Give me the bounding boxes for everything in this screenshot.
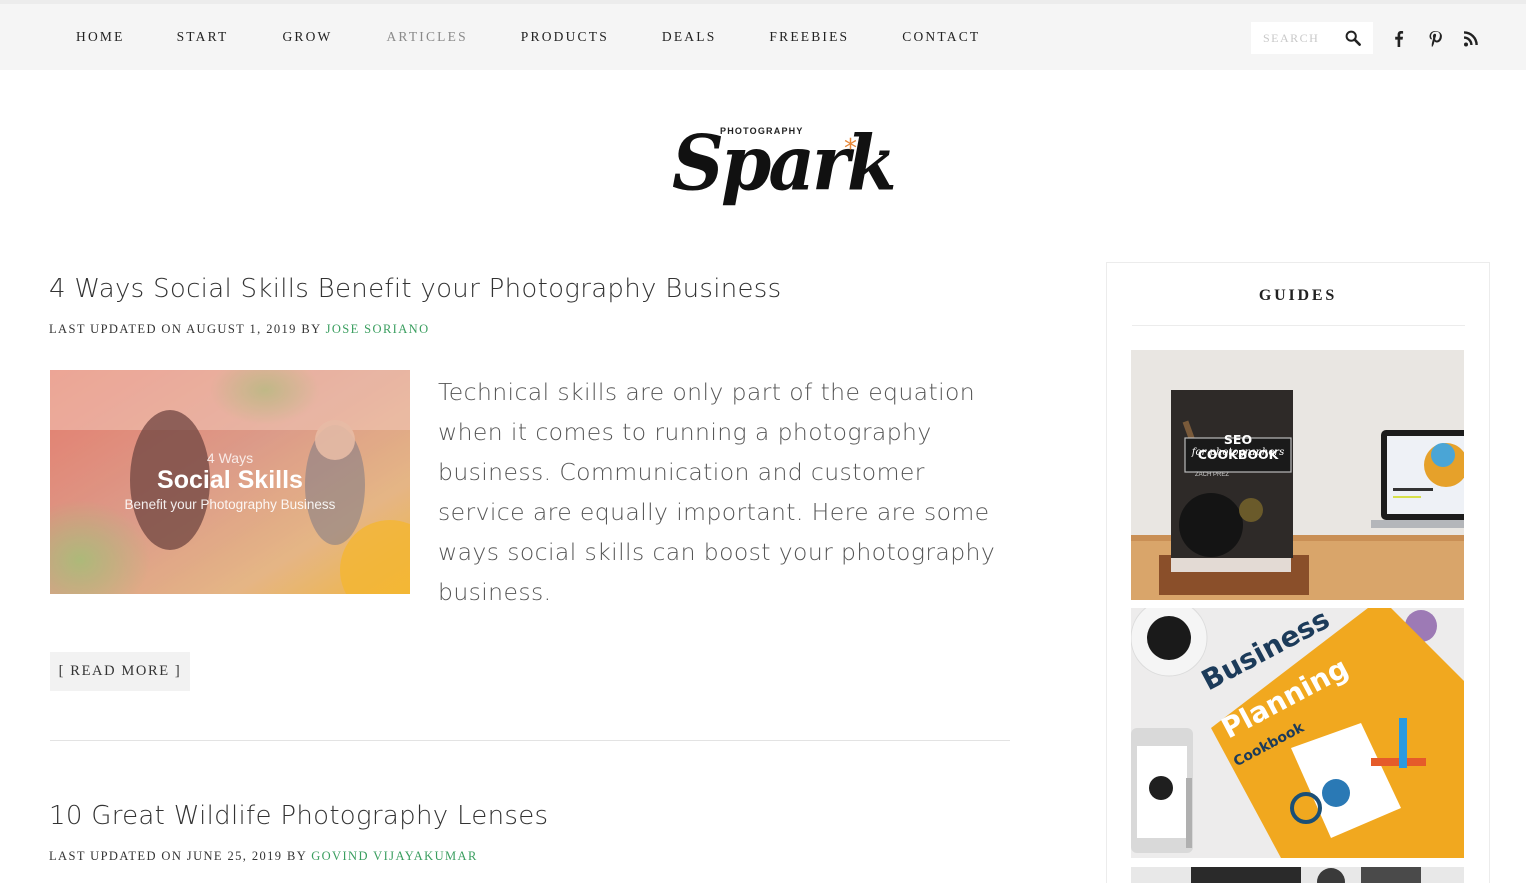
guide-image bbox=[1131, 350, 1464, 600]
post-author-link[interactable]: JOSE SORIANO bbox=[326, 322, 430, 336]
widget-title: GUIDES bbox=[1258, 287, 1338, 304]
nav-item-start[interactable]: START bbox=[177, 29, 229, 45]
nav-item-home[interactable]: HOME bbox=[50, 29, 125, 45]
thumbnail-caption-2: Social Skills bbox=[157, 466, 303, 494]
post-title-link[interactable]: 4 Ways Social Skills Benefit your Photog… bbox=[49, 274, 782, 304]
post-title[interactable]: 10 Great Wildlife Photography Lenses bbox=[49, 801, 548, 831]
sidebar-guides-widget: GUIDES SEO COOKBOOK for photographers ZA… bbox=[1106, 262, 1490, 883]
logo-wordmark: Spark bbox=[672, 117, 897, 208]
nav-item-freebies[interactable]: FREEBIES bbox=[769, 29, 849, 45]
widget-title-divider bbox=[1132, 325, 1465, 326]
guide-title-line2: for photographers bbox=[1191, 447, 1285, 458]
thumbnail-caption-3: Benefit your Photography Business bbox=[124, 497, 336, 512]
guide-byline: ZACH PREZ bbox=[1195, 472, 1230, 478]
post-thumbnail[interactable]: 4 Ways Social Skills Benefit your Photog… bbox=[50, 370, 410, 594]
top-navigation-bar: HOME START GROW ARTICLES PRODUCTS DEALS … bbox=[0, 0, 1526, 70]
post-meta-date: LAST UPDATED ON AUGUST 1, 2019 BY bbox=[49, 322, 326, 336]
search-input[interactable] bbox=[1263, 30, 1349, 46]
facebook-icon[interactable] bbox=[1391, 30, 1407, 48]
post-divider bbox=[50, 740, 1010, 741]
post-excerpt: Technical skills are only part of the eq… bbox=[438, 378, 996, 606]
rss-icon[interactable] bbox=[1463, 30, 1479, 48]
nav-item-articles[interactable]: ARTICLES bbox=[386, 29, 467, 45]
thumbnail-caption-1: 4 Ways bbox=[206, 450, 254, 466]
guide-image bbox=[1131, 867, 1464, 883]
search-box bbox=[1251, 22, 1373, 54]
guide-seo-cookbook[interactable]: SEO COOKBOOK for photographers ZACH PREZ bbox=[1131, 350, 1464, 600]
post-author-link[interactable]: GOVIND VIJAYAKUMAR bbox=[311, 849, 478, 863]
logo-star: * bbox=[844, 134, 857, 164]
post-meta: LAST UPDATED ON JUNE 25, 2019 BY GOVIND … bbox=[49, 849, 478, 864]
site-logo[interactable]: PHOTOGRAPHY Spark * bbox=[670, 104, 897, 226]
guide-third[interactable] bbox=[1131, 867, 1464, 883]
search-icon[interactable] bbox=[1345, 30, 1361, 46]
post-meta: LAST UPDATED ON AUGUST 1, 2019 BY JOSE S… bbox=[49, 322, 430, 337]
guide-business-planning-cookbook[interactable]: Business Planning Cookbook bbox=[1131, 608, 1464, 858]
nav-item-grow[interactable]: GROW bbox=[282, 29, 332, 45]
post-title[interactable]: 4 Ways Social Skills Benefit your Photog… bbox=[49, 274, 782, 304]
nav-item-deals[interactable]: DEALS bbox=[662, 29, 717, 45]
main-nav: HOME START GROW ARTICLES PRODUCTS DEALS … bbox=[50, 4, 980, 70]
post-title-link[interactable]: 10 Great Wildlife Photography Lenses bbox=[49, 801, 548, 831]
nav-item-contact[interactable]: CONTACT bbox=[902, 29, 980, 45]
post-meta-date: LAST UPDATED ON JUNE 25, 2019 BY bbox=[49, 849, 312, 863]
pinterest-icon[interactable] bbox=[1427, 30, 1443, 48]
nav-item-products[interactable]: PRODUCTS bbox=[521, 29, 609, 45]
read-more-button[interactable]: [ READ MORE ] bbox=[50, 652, 190, 691]
